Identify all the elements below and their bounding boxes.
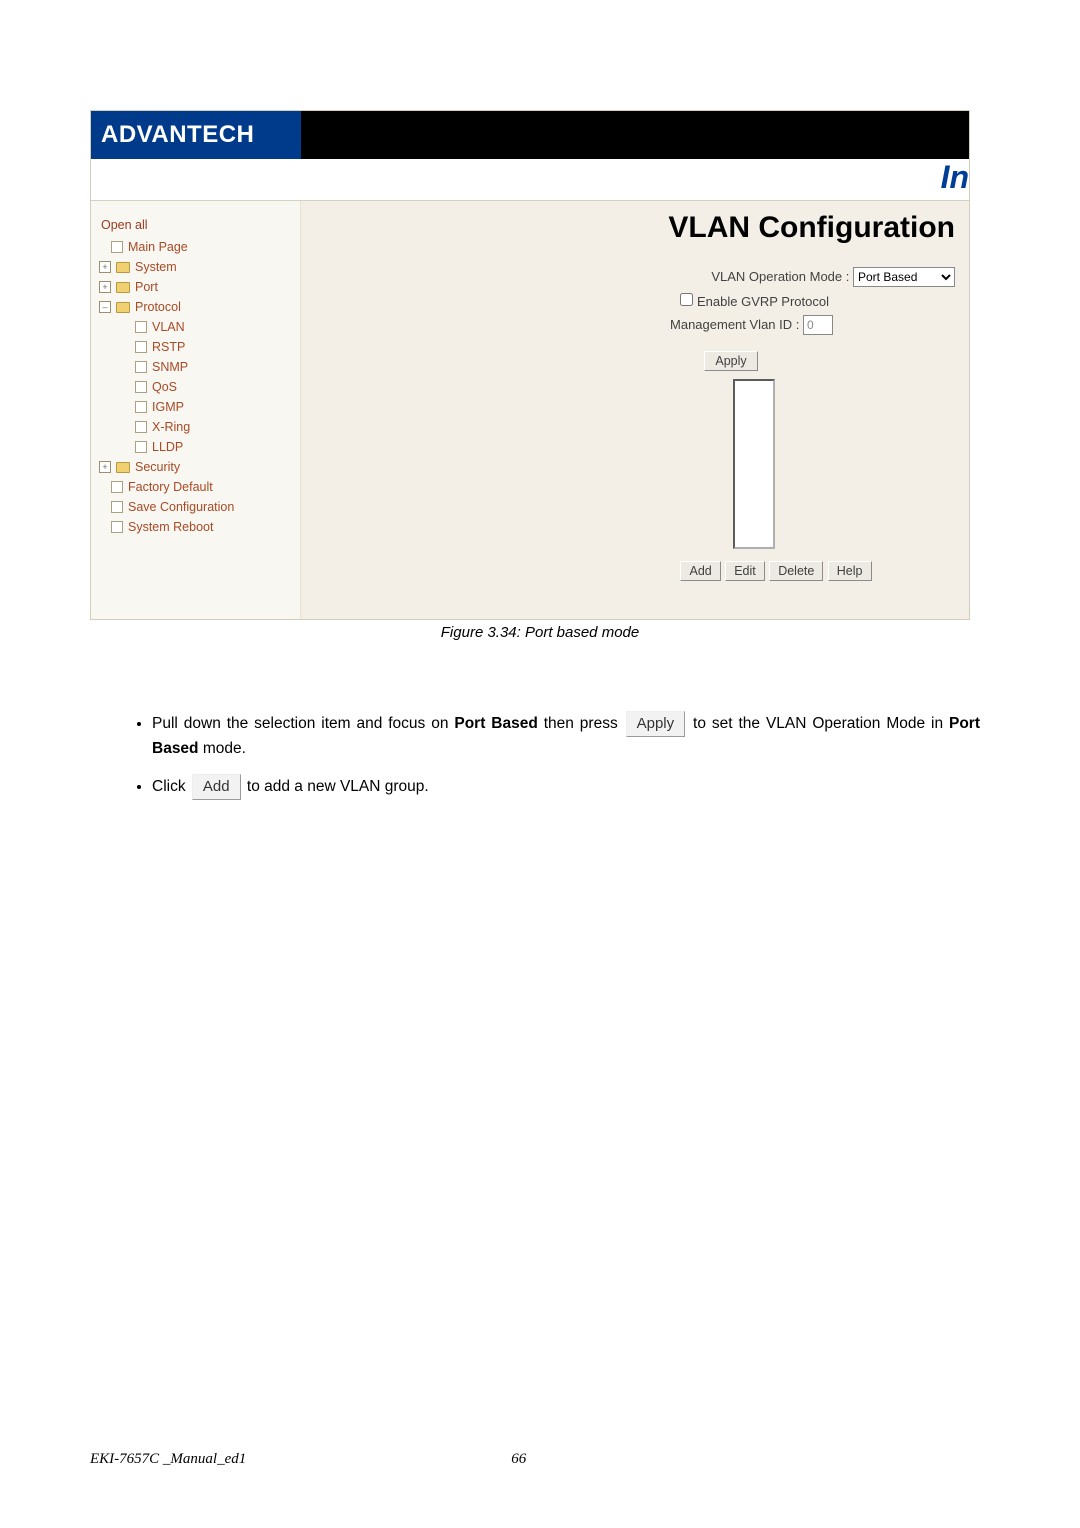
text: Pull down the selection item and focus o… <box>152 715 454 732</box>
tree-label: Open all <box>101 218 148 232</box>
action-buttons: Add Edit Delete Help <box>341 561 961 581</box>
tree-open-all[interactable]: Open all <box>101 215 294 235</box>
page-icon <box>135 381 147 393</box>
instruction-item: Pull down the selection item and focus o… <box>152 711 980 762</box>
tree-label: IGMP <box>152 400 184 414</box>
tree-save-config[interactable]: Save Configuration <box>111 497 294 517</box>
top-dark-band <box>301 111 969 159</box>
page-title: VLAN Configuration <box>341 211 961 245</box>
instructions: Pull down the selection item and focus o… <box>90 711 990 800</box>
tree-label: SNMP <box>152 360 188 374</box>
tree-label: Save Configuration <box>128 500 234 514</box>
tree-label: LLDP <box>152 440 183 454</box>
main-panel: VLAN Configuration VLAN Operation Mode :… <box>301 201 969 619</box>
nav-tree: Open all Main Page + System + Port – Protoc… <box>91 201 301 619</box>
bold-text: Port Based <box>454 715 537 732</box>
text: to set the VLAN Operation Mode in <box>687 715 949 732</box>
instruction-item: Click Add to add a new VLAN group. <box>152 774 980 800</box>
brand-logo: ADVANTECH <box>91 111 301 159</box>
doc-id: EKI-7657C _Manual_ed1 <box>90 1451 246 1468</box>
page-icon <box>135 341 147 353</box>
page-icon <box>135 361 147 373</box>
tree-port[interactable]: + Port <box>99 277 294 297</box>
edit-button[interactable]: Edit <box>725 561 765 581</box>
figure-caption: Figure 3.34: Port based mode <box>90 624 990 641</box>
page-icon <box>135 441 147 453</box>
page-icon <box>135 401 147 413</box>
page-number: 66 <box>511 1451 526 1468</box>
op-mode-select[interactable]: Port Based <box>853 267 955 287</box>
text: mode. <box>199 740 246 757</box>
tree-system-reboot[interactable]: System Reboot <box>111 517 294 537</box>
apply-button[interactable]: Apply <box>704 351 757 371</box>
delete-button[interactable]: Delete <box>769 561 823 581</box>
tree-protocol[interactable]: – Protocol <box>99 297 294 317</box>
folder-icon <box>116 462 130 473</box>
tree-factory-default[interactable]: Factory Default <box>111 477 294 497</box>
text: then press <box>538 715 624 732</box>
tree-snmp[interactable]: SNMP <box>135 357 294 377</box>
tree-lldp[interactable]: LLDP <box>135 437 294 457</box>
tree-main-page[interactable]: Main Page <box>111 237 294 257</box>
top-bar: ADVANTECH In <box>91 111 969 201</box>
mgmt-vlan-id-input[interactable] <box>803 315 833 335</box>
folder-icon <box>116 282 130 293</box>
inline-add-button: Add <box>192 774 241 800</box>
mgmt-row: Management Vlan ID : <box>341 315 961 335</box>
apply-row: Apply <box>341 351 961 371</box>
tree-xring[interactable]: X-Ring <box>135 417 294 437</box>
document-page: ADVANTECH In Open all Main Page + System … <box>0 0 1080 800</box>
page-icon <box>111 241 123 253</box>
page-icon <box>111 521 123 533</box>
op-mode-row: VLAN Operation Mode : Port Based <box>341 267 961 287</box>
corner-title-fragment: In <box>941 159 969 199</box>
tree-rstp[interactable]: RSTP <box>135 337 294 357</box>
tree-label: Protocol <box>135 300 181 314</box>
tree-label: Main Page <box>128 240 188 254</box>
folder-icon <box>116 302 130 313</box>
top-light-band <box>91 159 969 201</box>
tree-vlan[interactable]: VLAN <box>135 317 294 337</box>
tree-label: System <box>135 260 177 274</box>
text: to add a new VLAN group. <box>243 778 429 795</box>
brand-text: ADVANTECH <box>101 121 254 149</box>
tree-label: System Reboot <box>128 520 213 534</box>
collapse-icon[interactable]: – <box>99 301 111 313</box>
text: Click <box>152 778 190 795</box>
tree-label: QoS <box>152 380 177 394</box>
inline-apply-button: Apply <box>626 711 686 737</box>
tree-qos[interactable]: QoS <box>135 377 294 397</box>
page-icon <box>111 481 123 493</box>
page-icon <box>111 501 123 513</box>
op-mode-label: VLAN Operation Mode : <box>711 269 849 284</box>
expand-icon[interactable]: + <box>99 261 111 273</box>
tree-label: VLAN <box>152 320 185 334</box>
folder-icon <box>116 262 130 273</box>
tree-system[interactable]: + System <box>99 257 294 277</box>
page-icon <box>135 421 147 433</box>
expand-icon[interactable]: + <box>99 281 111 293</box>
help-button[interactable]: Help <box>828 561 872 581</box>
gvrp-label: Enable GVRP Protocol <box>697 294 829 309</box>
gvrp-checkbox[interactable] <box>680 293 693 306</box>
expand-icon[interactable]: + <box>99 461 111 473</box>
tree-security[interactable]: + Security <box>99 457 294 477</box>
vlan-listbox[interactable] <box>733 379 775 549</box>
page-footer: EKI-7657C _Manual_ed1 66 <box>90 1451 990 1468</box>
page-icon <box>135 321 147 333</box>
tree-label: X-Ring <box>152 420 190 434</box>
gvrp-row: Enable GVRP Protocol <box>341 293 961 309</box>
tree-label: RSTP <box>152 340 185 354</box>
mgmt-label: Management Vlan ID : <box>670 317 799 332</box>
screenshot: ADVANTECH In Open all Main Page + System … <box>90 110 970 620</box>
tree-label: Security <box>135 460 180 474</box>
tree-label: Factory Default <box>128 480 213 494</box>
tree-igmp[interactable]: IGMP <box>135 397 294 417</box>
add-button[interactable]: Add <box>680 561 720 581</box>
tree-label: Port <box>135 280 158 294</box>
